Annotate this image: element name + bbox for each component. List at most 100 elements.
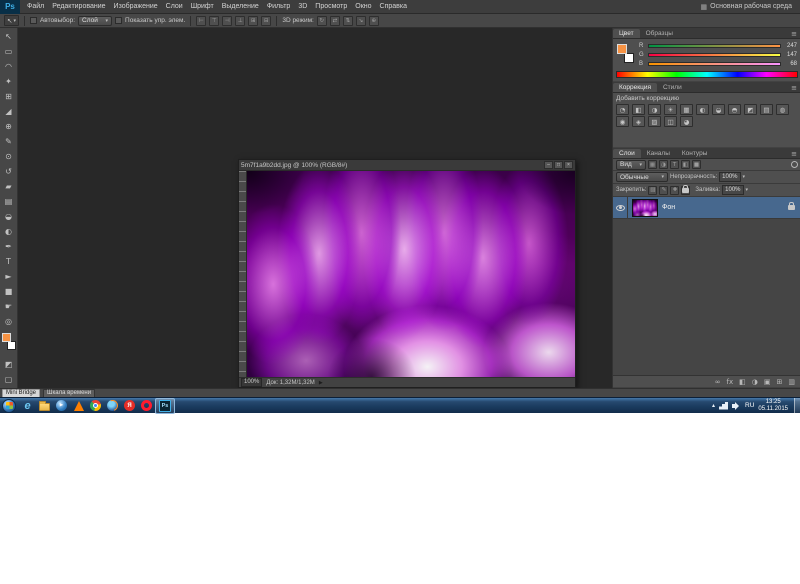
3d-slide-icon[interactable]: ↘ (355, 15, 366, 26)
align-bottom-icon[interactable]: ⊟ (261, 15, 272, 26)
menu-select[interactable]: Выделение (218, 0, 263, 14)
layer-thumbnail[interactable] (632, 198, 658, 217)
language-indicator[interactable]: RU (745, 402, 754, 409)
tool-gradient[interactable]: ▤ (1, 194, 17, 209)
new-layer-icon[interactable]: ⊞ (777, 378, 783, 386)
taskbar-media-player[interactable]: ▶ (53, 398, 70, 414)
show-hidden-icons-button[interactable]: ▴ (712, 402, 715, 409)
adj-black-white-icon[interactable]: ◓ (728, 104, 741, 115)
link-layers-icon[interactable]: ∞ (715, 378, 721, 386)
menu-file[interactable]: Файл (23, 0, 48, 14)
menu-help[interactable]: Справка (376, 0, 411, 14)
lock-position-icon[interactable]: ✚ (670, 185, 680, 195)
workspace-switcher[interactable]: ▦ Основная рабочая среда (701, 3, 800, 11)
menu-filter[interactable]: Фильтр (263, 0, 295, 14)
adj-color-lookup-icon[interactable]: ◍ (776, 104, 789, 115)
menu-image[interactable]: Изображение (110, 0, 162, 14)
tool-history-brush[interactable]: ↺ (1, 164, 17, 179)
green-value[interactable]: 147 (784, 52, 797, 58)
tool-rectangle[interactable]: ■ (1, 284, 17, 299)
layer-group-icon[interactable]: ▣ (764, 378, 771, 386)
green-slider[interactable] (648, 52, 781, 57)
lock-all-button[interactable] (681, 184, 691, 195)
taskbar-firefox[interactable] (104, 398, 121, 414)
menu-type[interactable]: Шрифт (187, 0, 218, 14)
filter-shape-layers-icon[interactable]: ◧ (681, 160, 690, 169)
document-image[interactable] (247, 171, 575, 377)
adj-gradient-map-icon[interactable]: ◫ (664, 116, 677, 127)
layer-style-icon[interactable]: fx (727, 378, 734, 386)
tab-paths[interactable]: Контуры (676, 149, 714, 158)
taskbar-chrome[interactable] (87, 398, 104, 414)
adj-channel-mixer-icon[interactable]: ▤ (760, 104, 773, 115)
tool-move[interactable]: ↖ (1, 29, 17, 44)
menu-3d[interactable]: 3D (294, 0, 311, 14)
align-center-horizontal-icon[interactable]: ⊤ (209, 15, 220, 26)
close-button[interactable]: × (564, 161, 573, 169)
color-panel-swatches[interactable] (616, 43, 636, 65)
layer-row-background[interactable]: Фон (613, 197, 800, 219)
delete-layer-icon[interactable]: ▥ (788, 378, 795, 386)
adj-vibrance-icon[interactable]: ▦ (680, 104, 693, 115)
adj-hue-saturation-icon[interactable]: ◐ (696, 104, 709, 115)
tool-crop[interactable]: ⊞ (1, 89, 17, 104)
red-slider[interactable] (648, 43, 781, 48)
align-top-icon[interactable]: ⊥ (235, 15, 246, 26)
menu-window[interactable]: Окно (351, 0, 375, 14)
tool-preset-button[interactable]: ↖ ▾ (4, 15, 19, 26)
layer-visibility-toggle[interactable] (613, 197, 628, 219)
menu-layers[interactable]: Слои (162, 0, 187, 14)
red-value[interactable]: 247 (784, 43, 797, 49)
3d-scale-icon[interactable]: ⊕ (368, 15, 379, 26)
tab-channels[interactable]: Каналы (641, 149, 676, 158)
adj-threshold-icon[interactable]: ▨ (648, 116, 661, 127)
foreground-color-swatch[interactable] (1, 333, 11, 342)
status-menu-arrow-icon[interactable]: ▶ (319, 380, 323, 386)
tool-quick-selection[interactable]: ✦ (1, 74, 17, 89)
3d-roll-icon[interactable]: ⇄ (329, 15, 340, 26)
adj-selective-color-icon[interactable]: ◕ (680, 116, 693, 127)
tab-layers[interactable]: Слои (613, 149, 641, 158)
adj-exposure-icon[interactable]: ☀ (664, 104, 677, 115)
taskbar-yandex[interactable]: Я (121, 398, 138, 414)
layer-mask-icon[interactable]: ◧ (739, 378, 746, 386)
color-spectrum-bar[interactable] (616, 71, 798, 78)
lock-transparency-icon[interactable]: ▨ (648, 185, 658, 195)
tool-pen[interactable]: ✒ (1, 239, 17, 254)
tool-quick-mask[interactable]: ◩ (1, 357, 17, 372)
taskbar-vlc[interactable] (70, 398, 87, 414)
adj-curves-icon[interactable]: ◑ (648, 104, 661, 115)
3d-rotate-icon[interactable]: ↻ (316, 15, 327, 26)
color-swatches[interactable] (1, 331, 17, 355)
filter-type-layers-icon[interactable]: T (670, 160, 679, 169)
tab-color[interactable]: Цвет (613, 29, 640, 38)
panel-menu-icon[interactable]: ≡ (791, 30, 800, 38)
3d-pan-icon[interactable]: ⇅ (342, 15, 353, 26)
lock-pixels-icon[interactable]: ✎ (659, 185, 669, 195)
network-icon[interactable] (719, 401, 729, 410)
tool-healing-brush[interactable]: ⊕ (1, 119, 17, 134)
filter-smart-object-icon[interactable]: ■ (692, 160, 701, 169)
taskbar-opera[interactable] (138, 398, 155, 414)
taskbar-clock[interactable]: 13:25 05.11.2015 (758, 399, 790, 413)
tool-type[interactable]: T (1, 254, 17, 269)
fill-value[interactable]: 100% (722, 185, 744, 195)
background-color-swatch[interactable] (6, 341, 16, 350)
tool-lasso[interactable]: ◠ (1, 59, 17, 74)
taskbar-internet-explorer[interactable]: e (19, 398, 36, 414)
document-window[interactable]: 5m7f1a9b2dd.jpg @ 100% (RGB/8#) – □ × 10… (238, 159, 576, 388)
adj-invert-icon[interactable]: ◉ (616, 116, 629, 127)
volume-icon[interactable] (732, 401, 741, 410)
show-transform-controls-checkbox[interactable] (115, 17, 123, 24)
foreground-color-swatch[interactable] (617, 44, 627, 54)
minimize-button[interactable]: – (544, 161, 553, 169)
taskbar-explorer[interactable] (36, 398, 53, 414)
filter-toggle[interactable] (791, 161, 798, 168)
tool-eraser[interactable]: ▰ (1, 179, 17, 194)
taskbar-photoshop[interactable]: Ps (155, 397, 175, 414)
document-titlebar[interactable]: 5m7f1a9b2dd.jpg @ 100% (RGB/8#) – □ × (239, 160, 575, 171)
blend-mode-select[interactable]: Обычные ▾ (616, 172, 668, 182)
panel-menu-icon[interactable]: ≡ (791, 84, 800, 92)
tool-clone-stamp[interactable]: ⊙ (1, 149, 17, 164)
filter-pixel-layers-icon[interactable]: ▦ (648, 160, 657, 169)
